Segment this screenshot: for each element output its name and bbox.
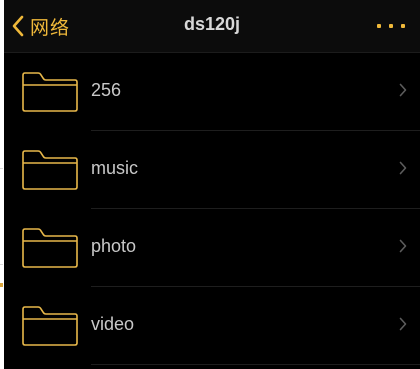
edge-dot — [0, 283, 3, 287]
folder-name: video — [91, 314, 135, 334]
folder-name: music — [91, 158, 139, 178]
folder-icon — [22, 72, 78, 112]
chevron-right-icon — [399, 83, 407, 97]
folder-icon — [22, 228, 78, 268]
list-item-folder-music[interactable]: music — [4, 130, 420, 208]
folder-icon — [22, 150, 78, 190]
chevron-right-icon — [399, 317, 407, 331]
folder-icon — [22, 306, 78, 346]
navigation-bar: 网络 ds120j — [4, 0, 420, 53]
page-title: ds120j — [183, 14, 241, 34]
ellipsis-icon — [377, 24, 405, 28]
list-item-folder-256[interactable]: 256 — [4, 52, 420, 130]
screen: 网络 ds120j 256 music photo video — [4, 0, 420, 369]
edge-line — [0, 264, 3, 265]
chevron-right-icon — [399, 161, 407, 175]
row-divider — [91, 364, 420, 365]
list-item-folder-photo[interactable]: photo — [4, 208, 420, 286]
edge-line — [0, 168, 3, 169]
folder-name: photo — [91, 236, 137, 256]
more-options-button[interactable] — [376, 18, 406, 34]
chevron-right-icon — [399, 239, 407, 253]
list-item-folder-video[interactable]: video — [4, 286, 420, 364]
folder-name: 256 — [91, 80, 122, 100]
